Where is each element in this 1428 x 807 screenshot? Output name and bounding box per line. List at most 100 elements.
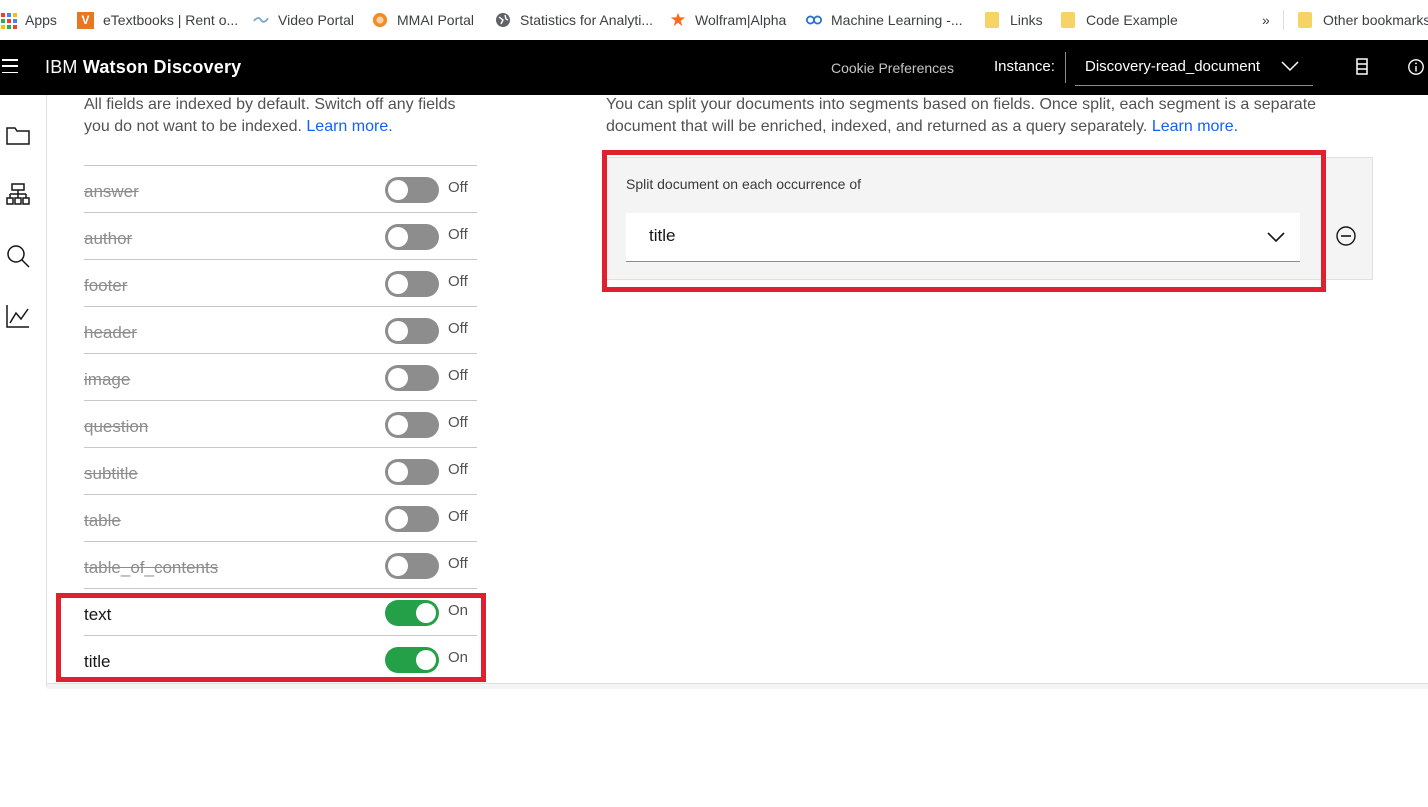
remove-circle-icon[interactable] xyxy=(1335,225,1357,247)
toggle-state-label: Off xyxy=(448,461,468,478)
app-header: IBM Watson Discovery Cookie Preferences … xyxy=(0,40,1428,95)
field-row-answer: answer Off xyxy=(84,165,477,212)
index-toggle[interactable] xyxy=(385,553,439,579)
folder-icon xyxy=(1061,12,1075,28)
toggle-knob xyxy=(388,368,408,388)
bookmark-label: Video Portal xyxy=(278,12,355,28)
toggle-state-label: Off xyxy=(448,179,468,196)
bookmark-machine-learning[interactable]: Machine Learning -... xyxy=(806,0,963,40)
brand-prefix: IBM xyxy=(45,57,78,77)
bookmark-links[interactable]: Links xyxy=(985,0,1043,40)
field-name: question xyxy=(84,417,149,436)
coursera-icon xyxy=(806,12,822,28)
index-description-text: All fields are indexed by default. Switc… xyxy=(84,96,456,135)
field-name: author xyxy=(84,229,133,248)
document-icon[interactable] xyxy=(1353,57,1371,77)
highlight-box-split-control xyxy=(602,150,1326,292)
field-name: footer xyxy=(84,276,128,295)
bookmark-other[interactable]: Other bookmarks xyxy=(1298,0,1428,40)
wolfram-icon xyxy=(670,12,686,28)
vitalsource-icon: V xyxy=(77,11,94,29)
bookmark-label: Machine Learning -... xyxy=(831,12,963,28)
field-row-subtitle: subtitle Off xyxy=(84,447,477,494)
chevron-down-icon[interactable] xyxy=(1281,60,1299,72)
index-toggle[interactable] xyxy=(385,412,439,438)
bookmarks-overflow-button[interactable]: » xyxy=(1262,0,1270,40)
toggle-knob xyxy=(388,227,408,247)
left-nav-rail xyxy=(0,95,47,687)
field-row-author: author Off xyxy=(84,212,477,259)
bookmark-label: MMAI Portal xyxy=(397,12,475,28)
toggle-knob xyxy=(388,321,408,341)
analytics-icon[interactable] xyxy=(5,303,31,329)
bookmark-video-portal[interactable]: Video Portal xyxy=(253,0,354,40)
globe-icon xyxy=(495,12,511,28)
bookmark-etextbooks[interactable]: V eTextbooks | Rent o... xyxy=(77,0,238,40)
bookmark-label: eTextbooks | Rent o... xyxy=(103,12,239,28)
brand-name: Watson Discovery xyxy=(82,57,242,77)
toggle-knob xyxy=(388,274,408,294)
info-icon[interactable] xyxy=(1407,57,1425,77)
toggle-knob xyxy=(388,556,408,576)
bookmark-wolfram[interactable]: Wolfram|Alpha xyxy=(670,0,786,40)
index-learn-more-link[interactable]: Learn more. xyxy=(306,118,392,135)
folder-icon[interactable] xyxy=(5,122,31,148)
toggle-knob xyxy=(388,415,408,435)
index-toggle[interactable] xyxy=(385,459,439,485)
instance-underline xyxy=(1075,85,1313,86)
field-name: table xyxy=(84,511,121,530)
index-toggle[interactable] xyxy=(385,224,439,250)
instance-select[interactable]: Discovery-read_document xyxy=(1085,58,1260,75)
overflow-label: » xyxy=(1262,12,1270,28)
video-portal-icon xyxy=(253,12,269,28)
index-toggle[interactable] xyxy=(385,365,439,391)
search-icon[interactable] xyxy=(5,243,31,269)
cookie-preferences-link[interactable]: Cookie Preferences xyxy=(831,60,954,76)
toggle-state-label: Off xyxy=(448,508,468,525)
bookmark-label: Statistics for Analyti... xyxy=(520,12,654,28)
content-bottom-edge xyxy=(47,683,1428,689)
mmai-icon xyxy=(372,12,388,28)
bookmarks-divider xyxy=(1283,10,1284,30)
index-description: All fields are indexed by default. Switc… xyxy=(84,94,484,138)
toggle-state-label: Off xyxy=(448,226,468,243)
toggle-state-label: Off xyxy=(448,367,468,384)
hierarchy-icon[interactable] xyxy=(5,182,31,208)
instance-divider xyxy=(1065,52,1066,83)
split-description: You can split your documents into segmen… xyxy=(606,94,1366,138)
field-row-table: table Off xyxy=(84,494,477,541)
bookmark-statistics[interactable]: Statistics for Analyti... xyxy=(495,0,653,40)
bookmark-label: Links xyxy=(1010,12,1043,28)
split-learn-more-link[interactable]: Learn more. xyxy=(1152,118,1238,135)
instance-label: Instance: xyxy=(994,58,1055,75)
bookmark-label: Wolfram|Alpha xyxy=(695,12,787,28)
toggle-state-label: Off xyxy=(448,555,468,572)
field-name: image xyxy=(84,370,131,389)
apps-grid-icon xyxy=(0,12,17,29)
bookmark-mmai-portal[interactable]: MMAI Portal xyxy=(372,0,474,40)
field-row-image: image Off xyxy=(84,353,477,400)
bookmarks-bar: Apps V eTextbooks | Rent o... Video Port… xyxy=(0,0,1428,40)
bookmark-label: Code Example xyxy=(1086,12,1178,28)
toggle-state-label: Off xyxy=(448,320,468,337)
bookmark-code-example[interactable]: Code Example xyxy=(1061,0,1178,40)
bookmark-apps[interactable]: Apps xyxy=(0,0,57,40)
field-row-table-of-contents: table_of_contents Off xyxy=(84,541,477,588)
menu-icon[interactable] xyxy=(2,59,18,73)
app-brand[interactable]: IBM Watson Discovery xyxy=(45,57,241,78)
index-toggle[interactable] xyxy=(385,177,439,203)
index-toggle[interactable] xyxy=(385,506,439,532)
field-row-footer: footer Off xyxy=(84,259,477,306)
toggle-knob xyxy=(388,462,408,482)
highlight-box-enabled-fields xyxy=(56,593,486,682)
toggle-knob xyxy=(388,509,408,529)
bookmark-label: Other bookmarks xyxy=(1323,12,1428,28)
index-toggle[interactable] xyxy=(385,271,439,297)
field-name: subtitle xyxy=(84,464,138,483)
field-row-header: header Off xyxy=(84,306,477,353)
folder-icon xyxy=(985,12,999,28)
toggle-state-label: Off xyxy=(448,414,468,431)
field-row-question: question Off xyxy=(84,400,477,447)
field-name: table_of_contents xyxy=(84,558,219,577)
index-toggle[interactable] xyxy=(385,318,439,344)
